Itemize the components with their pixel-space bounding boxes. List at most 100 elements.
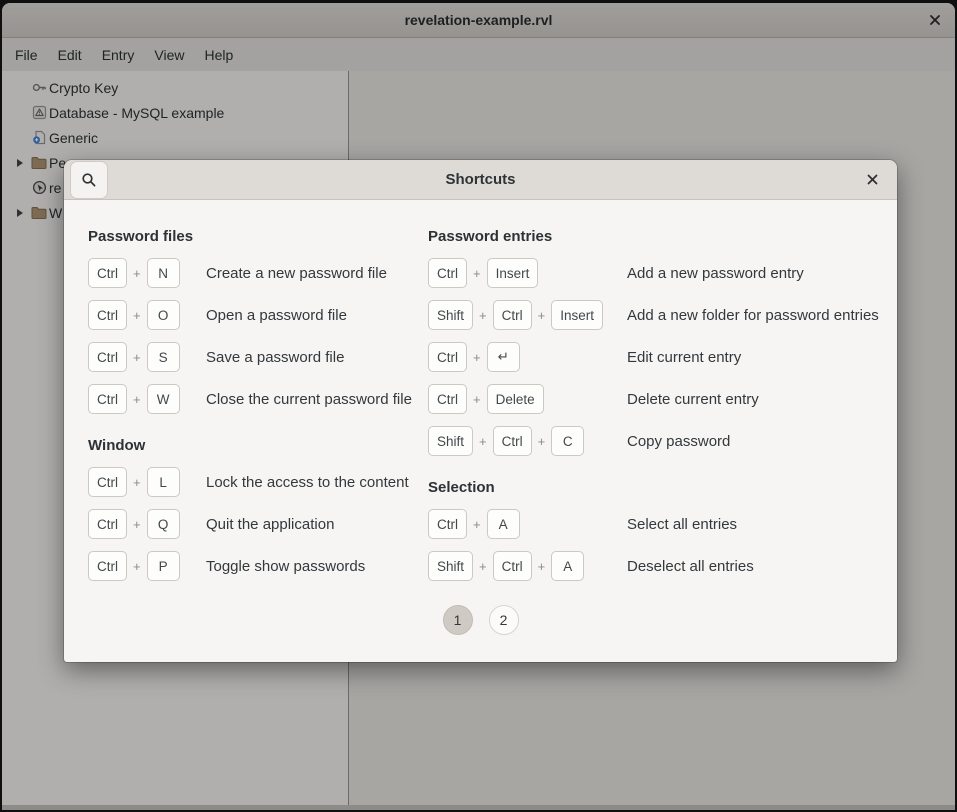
shortcuts-column-right: Password entries Ctrl + Insert Add a new pas… bbox=[428, 200, 890, 593]
shortcuts-dialog: Shortcuts Password files Ctrl + N Create a n… bbox=[64, 160, 897, 662]
shortcut-description: Delete current entry bbox=[627, 391, 759, 408]
ctrl-keycap: Ctrl bbox=[428, 342, 467, 372]
shortcut-row: Ctrl + N Create a new password file bbox=[88, 258, 420, 288]
shortcut-description: Save a password file bbox=[206, 349, 344, 366]
w-keycap: W bbox=[147, 384, 180, 414]
s-keycap: S bbox=[147, 342, 180, 372]
shortcut-keys: Ctrl+↵ bbox=[428, 342, 627, 372]
shortcut-keys: Ctrl + N bbox=[88, 258, 206, 288]
plus-separator: + bbox=[133, 308, 141, 323]
shortcut-keys: Ctrl + Delete bbox=[428, 384, 627, 414]
shortcut-description: Toggle show passwords bbox=[206, 558, 365, 575]
ctrl-keycap: Ctrl bbox=[88, 509, 127, 539]
ctrl-keycap: Ctrl bbox=[493, 551, 532, 581]
shortcuts-dialog-body: Password files Ctrl + N Create a new passwor… bbox=[64, 200, 897, 661]
shortcuts-section: SelectionCtrl+ASelect all entriesShift+C… bbox=[428, 478, 890, 581]
ctrl-keycap: Ctrl bbox=[428, 258, 467, 288]
search-icon bbox=[81, 172, 97, 188]
shortcut-row: Ctrl + O Open a password file bbox=[88, 300, 420, 330]
shift-keycap: Shift bbox=[428, 300, 473, 330]
enter-keycap: ↵ bbox=[487, 342, 520, 372]
section-title: Password entries bbox=[428, 227, 890, 247]
shortcut-row: Ctrl+LLock the access to the content bbox=[88, 467, 420, 497]
shortcut-keys: Shift + Ctrl + A bbox=[428, 551, 627, 581]
plus-separator: + bbox=[473, 392, 481, 407]
section-title: Window bbox=[88, 436, 420, 456]
ctrl-keycap: Ctrl bbox=[428, 509, 467, 539]
shortcut-row: Shift+Ctrl+CCopy password bbox=[428, 426, 890, 456]
shortcuts-section: Window Ctrl + L Lock the access to the conte… bbox=[88, 436, 420, 581]
a-keycap: A bbox=[551, 551, 584, 581]
shortcuts-dialog-header: Shortcuts bbox=[64, 160, 897, 200]
shortcut-description: Open a password file bbox=[206, 307, 347, 324]
ctrl-keycap: Ctrl bbox=[493, 426, 532, 456]
shortcut-keys: Ctrl + S bbox=[88, 342, 206, 372]
shortcut-keys: Ctrl+Insert bbox=[428, 258, 627, 288]
a-keycap: A bbox=[487, 509, 520, 539]
n-keycap: N bbox=[147, 258, 180, 288]
plus-separator: + bbox=[133, 350, 141, 365]
plus-separator: + bbox=[133, 475, 141, 490]
l-keycap: L bbox=[147, 467, 180, 497]
ctrl-keycap: Ctrl bbox=[88, 258, 127, 288]
shortcut-description: Lock the access to the content bbox=[206, 474, 409, 491]
shortcut-row: Ctrl + W Close the current password file bbox=[88, 384, 420, 414]
shortcuts-section: Password files Ctrl + N Create a new passwor… bbox=[88, 227, 420, 414]
c-keycap: C bbox=[551, 426, 584, 456]
o-keycap: O bbox=[147, 300, 180, 330]
shortcut-keys: Ctrl + W bbox=[88, 384, 206, 414]
shortcuts-column-left: Password files Ctrl + N Create a new passwor… bbox=[88, 200, 420, 593]
close-icon bbox=[867, 174, 878, 185]
plus-separator: + bbox=[538, 559, 546, 574]
insert-keycap: Insert bbox=[551, 300, 603, 330]
shortcut-description: Create a new password file bbox=[206, 265, 387, 282]
ctrl-keycap: Ctrl bbox=[88, 300, 127, 330]
shortcuts-dialog-title: Shortcuts bbox=[445, 171, 515, 188]
shortcut-row: Shift + Ctrl + A Deselect all entries bbox=[428, 551, 890, 581]
shortcut-description: Add a new folder for password entries bbox=[627, 307, 879, 324]
shortcut-row: Ctrl+InsertAdd a new password entry bbox=[428, 258, 890, 288]
shortcuts-close-button[interactable] bbox=[861, 169, 883, 191]
plus-separator: + bbox=[473, 266, 481, 281]
shortcuts-search-button[interactable] bbox=[70, 161, 108, 199]
section-title: Password files bbox=[88, 227, 420, 247]
ctrl-keycap: Ctrl bbox=[88, 551, 127, 581]
shortcut-keys: Shift+Ctrl+C bbox=[428, 426, 627, 456]
q-keycap: Q bbox=[147, 509, 180, 539]
shortcut-description: Add a new password entry bbox=[627, 265, 804, 282]
ctrl-keycap: Ctrl bbox=[88, 384, 127, 414]
shortcut-row: Ctrl + S Save a password file bbox=[88, 342, 420, 372]
shortcut-row: Ctrl+↵Edit current entry bbox=[428, 342, 890, 372]
shortcut-description: Close the current password file bbox=[206, 391, 412, 408]
plus-separator: + bbox=[133, 392, 141, 407]
shortcut-description: Copy password bbox=[627, 433, 730, 450]
shortcut-description: Edit current entry bbox=[627, 349, 741, 366]
plus-separator: + bbox=[133, 266, 141, 281]
shortcut-keys: Ctrl + A bbox=[428, 509, 627, 539]
shortcut-row: Ctrl + Delete Delete current entry bbox=[428, 384, 890, 414]
shortcuts-section: Password entries Ctrl + Insert Add a new pas… bbox=[428, 227, 890, 456]
shortcut-description: Select all entries bbox=[627, 516, 737, 533]
section-title: Selection bbox=[428, 478, 890, 498]
p-keycap: P bbox=[147, 551, 180, 581]
ctrl-keycap: Ctrl bbox=[428, 384, 467, 414]
page-dot-1[interactable]: 1 bbox=[443, 605, 473, 635]
plus-separator: + bbox=[538, 434, 546, 449]
plus-separator: + bbox=[479, 434, 487, 449]
plus-separator: + bbox=[538, 308, 546, 323]
plus-separator: + bbox=[479, 559, 487, 574]
plus-separator: + bbox=[133, 559, 141, 574]
shortcut-keys: Shift + Ctrl + Insert bbox=[428, 300, 627, 330]
shortcut-keys: Ctrl+Q bbox=[88, 509, 206, 539]
ctrl-keycap: Ctrl bbox=[493, 300, 532, 330]
page-dot-2[interactable]: 2 bbox=[489, 605, 519, 635]
ctrl-keycap: Ctrl bbox=[88, 342, 127, 372]
shortcut-keys: Ctrl + O bbox=[88, 300, 206, 330]
shortcut-description: Deselect all entries bbox=[627, 558, 754, 575]
plus-separator: + bbox=[479, 308, 487, 323]
shortcut-row: Ctrl + A Select all entries bbox=[428, 509, 890, 539]
plus-separator: + bbox=[473, 517, 481, 532]
shift-keycap: Shift bbox=[428, 551, 473, 581]
delete-keycap: Delete bbox=[487, 384, 544, 414]
shortcut-description: Quit the application bbox=[206, 516, 334, 533]
